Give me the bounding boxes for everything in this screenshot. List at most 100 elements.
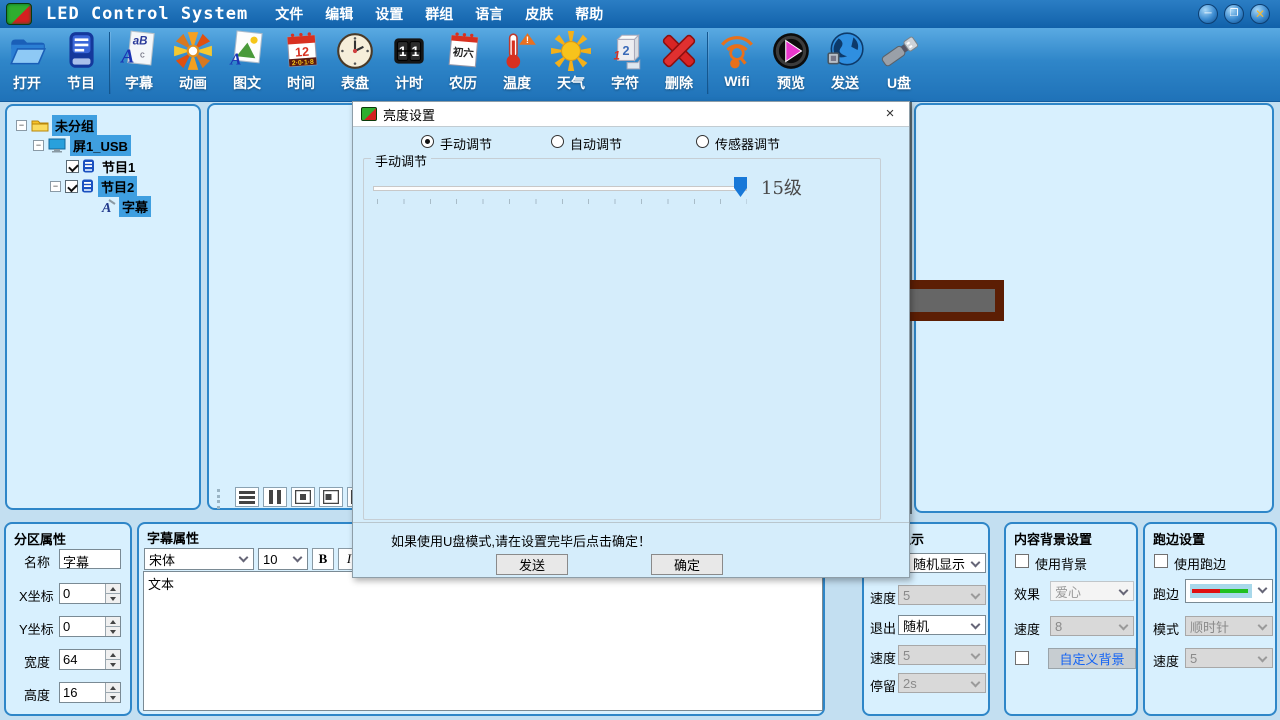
radio-auto[interactable] bbox=[551, 135, 564, 148]
spin-down-icon[interactable] bbox=[106, 627, 120, 636]
radio-sensor[interactable] bbox=[696, 135, 709, 148]
toolbar-temperature-button[interactable]: ! 温度 bbox=[490, 28, 544, 100]
collapse-icon[interactable] bbox=[33, 140, 44, 151]
send-button[interactable]: 发送 bbox=[496, 554, 568, 575]
toolbar-time-button[interactable]: 122·0·1·8 时间 bbox=[274, 28, 328, 100]
toolbar-lunar-button[interactable]: 初六 农历 bbox=[436, 28, 490, 100]
app-title: LED Control System bbox=[46, 4, 248, 24]
menu-language[interactable]: 语言 bbox=[474, 4, 504, 24]
toolbar-image-text-button[interactable]: A 图文 bbox=[220, 28, 274, 100]
radio-auto-label[interactable]: 自动调节 bbox=[570, 134, 622, 153]
toolbar-usb-button[interactable]: U盘 bbox=[872, 28, 926, 100]
restore-button[interactable]: ❐ bbox=[1224, 4, 1244, 24]
monitor-icon bbox=[48, 138, 67, 153]
menu-settings[interactable]: 设置 bbox=[374, 4, 404, 24]
menu-file[interactable]: 文件 bbox=[274, 4, 304, 24]
border-style-select[interactable] bbox=[1185, 579, 1273, 603]
menu-edit[interactable]: 编辑 bbox=[324, 4, 354, 24]
spin-down-icon[interactable] bbox=[106, 660, 120, 669]
tree-row-subtitle[interactable]: A 字幕 bbox=[100, 197, 151, 215]
tree-item-program1[interactable]: 节目1 bbox=[99, 156, 138, 177]
close-button[interactable]: ✕ bbox=[1250, 4, 1270, 24]
toolbar-preview-button[interactable]: 预览 bbox=[764, 28, 818, 100]
toolbar-subtitle-button[interactable]: aBcA 字幕 bbox=[112, 28, 166, 100]
custom-background-button[interactable]: 自定义背景 bbox=[1048, 648, 1136, 669]
stay-label: 停留 bbox=[870, 676, 896, 695]
spin-up-icon[interactable] bbox=[106, 584, 120, 594]
custom-bg-checkbox[interactable] bbox=[1015, 651, 1029, 665]
folder-open-icon bbox=[6, 30, 48, 72]
dialog-titlebar[interactable]: 亮度设置 × bbox=[353, 102, 909, 127]
width-spinner[interactable]: 64 bbox=[59, 649, 121, 670]
spin-up-icon[interactable] bbox=[106, 617, 120, 627]
use-border-checkbox[interactable] bbox=[1154, 554, 1168, 568]
spin-down-icon[interactable] bbox=[106, 693, 120, 702]
toolbar-animation-button[interactable]: 动画 bbox=[166, 28, 220, 100]
tree-item-group[interactable]: 未分组 bbox=[52, 115, 97, 136]
use-border-label: 使用跑边 bbox=[1174, 554, 1226, 573]
radio-sensor-label[interactable]: 传感器调节 bbox=[715, 134, 780, 153]
menubar: 文件 编辑 设置 群组 语言 皮肤 帮助 bbox=[274, 4, 604, 24]
svg-text:12: 12 bbox=[295, 45, 310, 60]
toolbar-send-button[interactable]: 发送 bbox=[818, 28, 872, 100]
tree-row-screen[interactable]: 屏1_USB bbox=[33, 136, 131, 154]
menu-skin[interactable]: 皮肤 bbox=[524, 4, 554, 24]
lunar-calendar-icon: 初六 bbox=[442, 30, 484, 72]
brightness-slider-track[interactable] bbox=[373, 186, 747, 191]
tree-row-program1[interactable]: 节目1 bbox=[66, 157, 138, 175]
align-columns-button[interactable] bbox=[263, 487, 287, 507]
tree-item-program2[interactable]: 节目2 bbox=[98, 176, 137, 197]
checkbox-program1[interactable] bbox=[66, 160, 79, 173]
enter-speed-select: 5 bbox=[898, 585, 986, 605]
spin-down-icon[interactable] bbox=[106, 594, 120, 603]
tree-row-program2[interactable]: 节目2 bbox=[50, 177, 137, 195]
dialog-close-icon[interactable]: × bbox=[881, 105, 899, 122]
bold-button[interactable]: B bbox=[312, 548, 334, 570]
display-mode-select[interactable]: 随机显示 bbox=[898, 553, 986, 573]
panel-title: 内容背景设置 bbox=[1014, 529, 1092, 548]
ok-button[interactable]: 确定 bbox=[651, 554, 723, 575]
toolbar-grip bbox=[217, 489, 225, 509]
tree-row-group[interactable]: 未分组 bbox=[16, 116, 97, 134]
toolbar-character-button[interactable]: 21 字符 bbox=[598, 28, 652, 100]
chevron-down-icon bbox=[293, 553, 303, 563]
radio-manual-label[interactable]: 手动调节 bbox=[440, 134, 492, 153]
x-spinner[interactable]: 0 bbox=[59, 583, 121, 604]
border-style-label: 跑边 bbox=[1153, 584, 1179, 603]
radio-manual[interactable] bbox=[421, 135, 434, 148]
border-color-swatch bbox=[1190, 584, 1252, 598]
subtitle-text-area[interactable]: 文本 bbox=[143, 571, 823, 711]
collapse-icon[interactable] bbox=[50, 181, 61, 192]
svg-text:2: 2 bbox=[623, 44, 630, 58]
height-spinner[interactable]: 16 bbox=[59, 682, 121, 703]
tree-item-subtitle[interactable]: 字幕 bbox=[119, 196, 151, 217]
toolbar-program-button[interactable]: 节目 bbox=[54, 28, 108, 100]
font-family-select[interactable]: 宋体 bbox=[144, 548, 254, 570]
toolbar-weather-button[interactable]: 天气 bbox=[544, 28, 598, 100]
menu-group[interactable]: 群组 bbox=[424, 4, 454, 24]
toolbar-wifi-button[interactable]: Wifi bbox=[710, 28, 764, 100]
y-spinner[interactable]: 0 bbox=[59, 616, 121, 637]
minimize-button[interactable]: ─ bbox=[1198, 4, 1218, 24]
spin-up-icon[interactable] bbox=[106, 683, 120, 693]
align-left-button[interactable] bbox=[319, 487, 343, 507]
align-rows-button[interactable] bbox=[235, 487, 259, 507]
checkbox-program2[interactable] bbox=[65, 180, 78, 193]
panel-title: 跑边设置 bbox=[1153, 529, 1205, 548]
tree-item-screen[interactable]: 屏1_USB bbox=[70, 135, 131, 156]
dialog-app-icon bbox=[361, 107, 377, 121]
spin-up-icon[interactable] bbox=[106, 650, 120, 660]
chevron-down-icon bbox=[1258, 653, 1268, 663]
collapse-icon[interactable] bbox=[16, 120, 27, 131]
name-input[interactable]: 字幕 bbox=[59, 549, 121, 569]
chevron-down-icon bbox=[971, 650, 981, 660]
align-center-button[interactable] bbox=[291, 487, 315, 507]
toolbar-dial-button[interactable]: 表盘 bbox=[328, 28, 382, 100]
toolbar-delete-button[interactable]: 删除 bbox=[652, 28, 706, 100]
font-size-select[interactable]: 10 bbox=[258, 548, 308, 570]
exit-mode-select[interactable]: 随机 bbox=[898, 615, 986, 635]
toolbar-open-button[interactable]: 打开 bbox=[0, 28, 54, 100]
menu-help[interactable]: 帮助 bbox=[574, 4, 604, 24]
use-background-checkbox[interactable] bbox=[1015, 554, 1029, 568]
toolbar-timer-button[interactable]: 11 计时 bbox=[382, 28, 436, 100]
